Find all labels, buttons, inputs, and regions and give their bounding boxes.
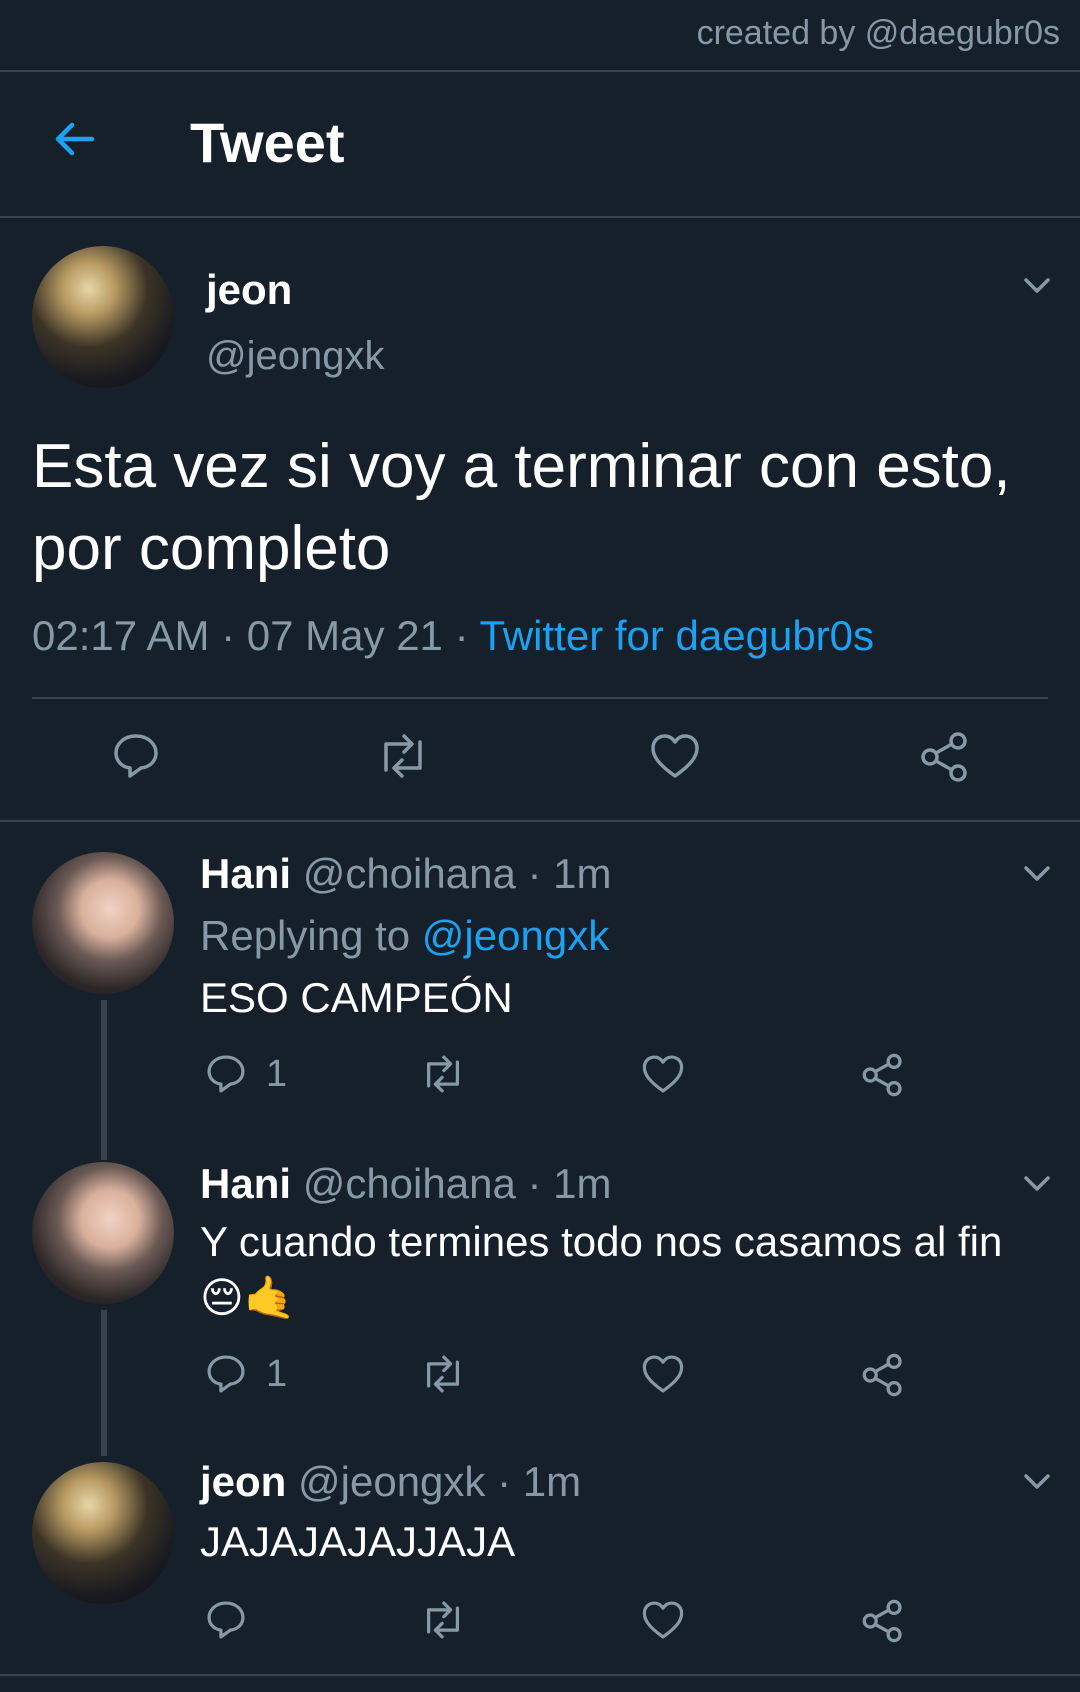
retweet-button[interactable] xyxy=(418,1352,468,1396)
reply-text-body: Y cuando termines todo nos casamos al fi… xyxy=(200,1218,1003,1265)
reply-button[interactable] xyxy=(204,1598,248,1642)
separator: · xyxy=(527,1160,554,1207)
share-button[interactable] xyxy=(860,1052,906,1098)
retweet-button[interactable] xyxy=(374,730,432,782)
avatar[interactable] xyxy=(32,852,174,994)
reply-author-name[interactable]: Hani xyxy=(200,1160,291,1207)
reply-author-name[interactable]: jeon xyxy=(200,1458,286,1505)
heart-icon xyxy=(642,1601,684,1639)
separator: · xyxy=(497,1458,523,1505)
reply-button[interactable]: 1 xyxy=(204,1052,287,1096)
chevron-down-icon[interactable] xyxy=(1020,1464,1054,1498)
reply-author-name[interactable]: Hani xyxy=(200,850,291,897)
retweet-icon xyxy=(384,734,422,778)
reply-icon xyxy=(114,734,158,778)
arrow-left-icon[interactable] xyxy=(50,114,100,164)
retweet-icon xyxy=(427,1355,459,1393)
reply-time: 1m xyxy=(553,1160,612,1207)
chevron-down-icon[interactable] xyxy=(1020,1166,1054,1200)
separator: · xyxy=(454,612,480,659)
author-handle[interactable]: @jeongxk xyxy=(206,334,384,379)
separator: · xyxy=(221,612,247,659)
tweet-actions xyxy=(0,730,1080,790)
replying-to-prefix: Replying to xyxy=(200,912,411,959)
tweet-date: 07 May 21 xyxy=(246,612,443,659)
tweet-source-link[interactable]: Twitter for daegubr0s xyxy=(480,612,875,659)
avatar[interactable] xyxy=(32,1162,174,1304)
avatar[interactable] xyxy=(32,246,174,388)
divider xyxy=(0,1674,1080,1676)
reply-time: 1m xyxy=(553,850,612,897)
share-button[interactable] xyxy=(918,730,972,784)
reply-count: 1 xyxy=(266,1052,288,1095)
replying-to: Replying to @jeongxk xyxy=(200,912,609,960)
reply-button[interactable] xyxy=(110,730,162,782)
like-button[interactable] xyxy=(640,1052,686,1096)
reply-emoji: 😔🤙 xyxy=(200,1273,297,1322)
reply-actions xyxy=(0,1598,1080,1648)
chevron-down-icon[interactable] xyxy=(1020,268,1054,302)
reply-header: Hani @choihana · 1m xyxy=(200,850,612,898)
share-icon xyxy=(862,1053,902,1097)
tweet-time: 02:17 AM xyxy=(32,612,210,659)
like-button[interactable] xyxy=(640,1598,686,1642)
tweet-meta: 02:17 AM · 07 May 21 · Twitter for daegu… xyxy=(32,612,874,660)
author-name[interactable]: jeon xyxy=(206,266,292,314)
like-button[interactable] xyxy=(648,730,702,782)
like-button[interactable] xyxy=(640,1352,686,1396)
reply-text: ESO CAMPEÓN xyxy=(200,974,513,1021)
reply-icon xyxy=(207,1055,245,1093)
tweet-text: Esta vez si voy a terminar con esto, por… xyxy=(32,432,1011,583)
heart-icon xyxy=(642,1055,684,1093)
reply-actions: 1 xyxy=(0,1052,1080,1102)
reply-time: 1m xyxy=(522,1458,582,1505)
divider xyxy=(32,697,1048,699)
heart-icon xyxy=(642,1355,684,1393)
retweet-icon xyxy=(427,1601,459,1639)
replying-to-link[interactable]: @jeongxk xyxy=(422,912,609,959)
divider xyxy=(0,216,1080,218)
divider xyxy=(0,820,1080,822)
share-icon xyxy=(862,1353,902,1397)
reply-author-handle[interactable]: @choihana xyxy=(303,1160,516,1207)
top-bar: Tweet xyxy=(0,70,1080,216)
reply-header: jeon @jeongxk · 1m xyxy=(200,1458,581,1506)
page-title: Tweet xyxy=(190,111,345,174)
retweet-button[interactable] xyxy=(418,1598,468,1642)
share-button[interactable] xyxy=(860,1598,906,1644)
chevron-down-icon[interactable] xyxy=(1020,856,1054,890)
heart-icon xyxy=(651,734,699,778)
retweet-button[interactable] xyxy=(418,1052,468,1096)
separator: · xyxy=(527,850,554,897)
reply-button[interactable]: 1 xyxy=(204,1352,287,1396)
reply-text: Y cuando termines todo nos casamos al fi… xyxy=(200,1214,1060,1326)
reply-icon xyxy=(207,1355,245,1393)
share-icon xyxy=(862,1599,902,1643)
retweet-icon xyxy=(427,1055,459,1093)
creator-credit: created by @daegubr0s xyxy=(696,14,1060,52)
avatar[interactable] xyxy=(32,1462,174,1604)
reply-header: Hani @choihana · 1m xyxy=(200,1160,612,1208)
reply-count: 1 xyxy=(266,1352,288,1395)
share-icon xyxy=(921,732,967,782)
reply-icon xyxy=(207,1601,245,1639)
reply-actions: 1 xyxy=(0,1352,1080,1402)
share-button[interactable] xyxy=(860,1352,906,1398)
reply-author-handle[interactable]: @jeongxk xyxy=(298,1458,485,1505)
reply-text: JAJAJAJAJJAJA xyxy=(200,1518,516,1565)
reply-author-handle[interactable]: @choihana xyxy=(303,850,516,897)
